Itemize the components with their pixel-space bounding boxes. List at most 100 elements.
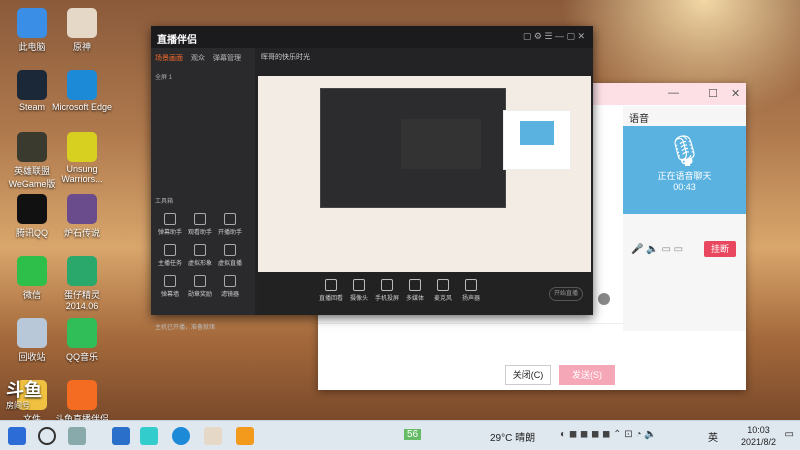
desktop-icon[interactable]: 蛋仔精灵 2014.06 [50, 256, 114, 311]
taskbar: 56 29°C 晴朗 ◐ ◼ ◼ ◼ ◼ ⌃ ⊡ ◔ 🔈 英 10:03 202… [0, 420, 800, 450]
computer-icon [17, 8, 47, 38]
toolbar-label: 麦克风 [433, 296, 452, 302]
preview-toolbar: 开始直播 直播回看 摄像头 手机投屏 多媒体 麦克风 扬声器 [258, 273, 591, 315]
history-icon[interactable] [598, 293, 610, 305]
tool-label: 滤镜器 [220, 292, 239, 298]
desktop-icon-label: Microsoft Edge [51, 102, 113, 112]
tools-grid: 弹幕助手 观看助手 开播助手主播任务 虚拟形象 虚拟直播弹幕墙 勋章奖励 滤镜器 [155, 213, 251, 306]
edge-icon [67, 70, 97, 100]
steam-icon [17, 70, 47, 100]
lol-icon [17, 132, 47, 162]
desktop-icon-label: 原神 [72, 42, 91, 52]
unsung-warriors-icon [67, 132, 97, 162]
desktop-icon[interactable]: 斗鱼直播伴侣 [50, 380, 114, 425]
toolbar-icon [353, 279, 365, 291]
notification-icon[interactable]: ▭ [785, 429, 794, 440]
desktop-icon[interactable]: QQ音乐 [50, 318, 114, 363]
sidebar-tab[interactable]: 弹幕管理 [213, 53, 241, 63]
tool-label: 弹幕助手 [157, 230, 182, 236]
tool-label: 开播助手 [217, 230, 242, 236]
tool-label: 勋章奖励 [187, 292, 212, 298]
tool-item[interactable]: 弹幕助手 [155, 213, 185, 236]
wechat-icon [17, 256, 47, 286]
douyu-taskbar-icon[interactable] [236, 427, 254, 445]
qq-icon [17, 194, 47, 224]
close-icon[interactable]: ✕ [731, 87, 740, 100]
app-taskbar-icon[interactable] [140, 427, 158, 445]
hangup-button[interactable]: 挂断 [704, 241, 736, 257]
tool-icon [224, 213, 236, 225]
voice-card: 🎙 正在语音聊天 00:43 [623, 126, 746, 214]
qqmusic-icon [67, 318, 97, 348]
tool-icon [194, 275, 206, 287]
scene-item[interactable]: 全屏 1 [155, 72, 251, 81]
live-window[interactable]: 直播伴侣 ▢ ⚙ ☰ — ▢ ✕ 场景画面 观众 弹幕管理 全屏 1 工具箱 弹幕助… [151, 26, 593, 331]
start-live-button[interactable]: 开始直播 [549, 287, 583, 301]
douyu-icon [67, 380, 97, 410]
preview-area [258, 76, 591, 272]
tool-icon [164, 213, 176, 225]
tool-item[interactable]: 弹幕墙 [155, 275, 185, 298]
sidebar-tabs: 场景画面 观众 弹幕管理 [151, 48, 255, 68]
minimize-icon[interactable]: — [668, 87, 679, 99]
desktop-icon-label: Unsung Warriors... [61, 164, 103, 184]
tool-label: 观看助手 [187, 230, 212, 236]
tool-icon [224, 275, 236, 287]
tool-item[interactable]: 勋章奖励 [185, 275, 215, 298]
tool-item[interactable]: 观看助手 [185, 213, 215, 236]
task-view-icon[interactable] [68, 427, 86, 445]
tool-item[interactable]: 滤镜器 [215, 275, 245, 298]
microphone-icon: 🎙 [665, 135, 704, 168]
tool-item[interactable]: 虚拟形象 [185, 244, 215, 267]
voice-status: 正在语音聊天 [657, 171, 712, 181]
genshin-taskbar-icon[interactable] [204, 427, 222, 445]
tool-icon [224, 244, 236, 256]
tool-icon [194, 244, 206, 256]
sidebar-tab[interactable]: 场景画面 [155, 53, 183, 63]
tool-label: 主播任务 [157, 261, 182, 267]
tool-item[interactable]: 开播助手 [215, 213, 245, 236]
netease-icon[interactable] [112, 427, 130, 445]
preview-toolbar-button[interactable]: 扬声器 [454, 279, 488, 302]
toolbar-label: 手机投屏 [374, 296, 399, 302]
douyu-watermark: 斗鱼 房间号 [6, 380, 42, 410]
desktop-icon-label: 炉石传说 [63, 228, 100, 238]
scene-sidebar: 场景画面 观众 弹幕管理 全屏 1 工具箱 弹幕助手 观看助手 开播助手 主播任务 虚拟形象… [151, 48, 255, 331]
desktop-icon-label: QQ音乐 [65, 352, 98, 362]
desktop-icon[interactable]: 原神 [50, 8, 114, 53]
desktop-icon[interactable]: Microsoft Edge [50, 70, 114, 112]
ime-indicator[interactable]: 英 [708, 429, 718, 444]
desktop-icon-label: 蛋仔精灵 2014.06 [63, 290, 100, 311]
tool-icon [194, 213, 206, 225]
send-button[interactable]: 发送(S) [559, 365, 615, 385]
mic-toggle-icon[interactable]: 🎤 🔈 ▭ ▭ [631, 244, 683, 255]
close-button[interactable]: 关闭(C) [505, 365, 551, 385]
tool-item[interactable]: 虚拟直播 [215, 244, 245, 267]
weather[interactable]: 29°C 晴朗 [490, 429, 535, 444]
desktop-icon[interactable]: 炉石传说 [50, 194, 114, 239]
tool-item[interactable]: 主播任务 [155, 244, 185, 267]
desktop-icon[interactable]: Unsung Warriors... [50, 132, 114, 184]
tray-icons[interactable]: ◐ ◼ ◼ ◼ ◼ ⌃ ⊡ ◔ 🔈 [560, 429, 657, 440]
nested-preview-inner [401, 119, 481, 169]
tool-icon [164, 275, 176, 287]
nested-chat-preview [503, 110, 571, 170]
toolbar-icon [465, 279, 477, 291]
voice-panel: 语音 🎙 正在语音聊天 00:43 🎤 🔈 ▭ ▭ 挂断 [623, 106, 746, 331]
maximize-icon[interactable]: ☐ [708, 87, 718, 100]
clock-time: 10:03 [747, 425, 770, 435]
voice-timer: 00:43 [673, 182, 696, 192]
windows-start-icon[interactable] [8, 427, 26, 445]
sidebar-tab[interactable]: 观众 [191, 53, 205, 63]
edge-taskbar-icon[interactable] [172, 427, 190, 445]
search-icon[interactable] [38, 427, 56, 445]
window-controls-icon[interactable]: ▢ ⚙ ☰ — ▢ ✕ [523, 31, 585, 42]
clock-date: 2021/8/2 [740, 437, 776, 447]
toolbar-icon [381, 279, 393, 291]
clock[interactable]: 10:03 2021/8/2 [741, 424, 776, 448]
toolbar-label: 摄像头 [349, 296, 368, 302]
nested-preview [320, 88, 506, 208]
tool-icon [164, 244, 176, 256]
toolbar-label: 多媒体 [405, 296, 424, 302]
input-divider [318, 323, 623, 324]
